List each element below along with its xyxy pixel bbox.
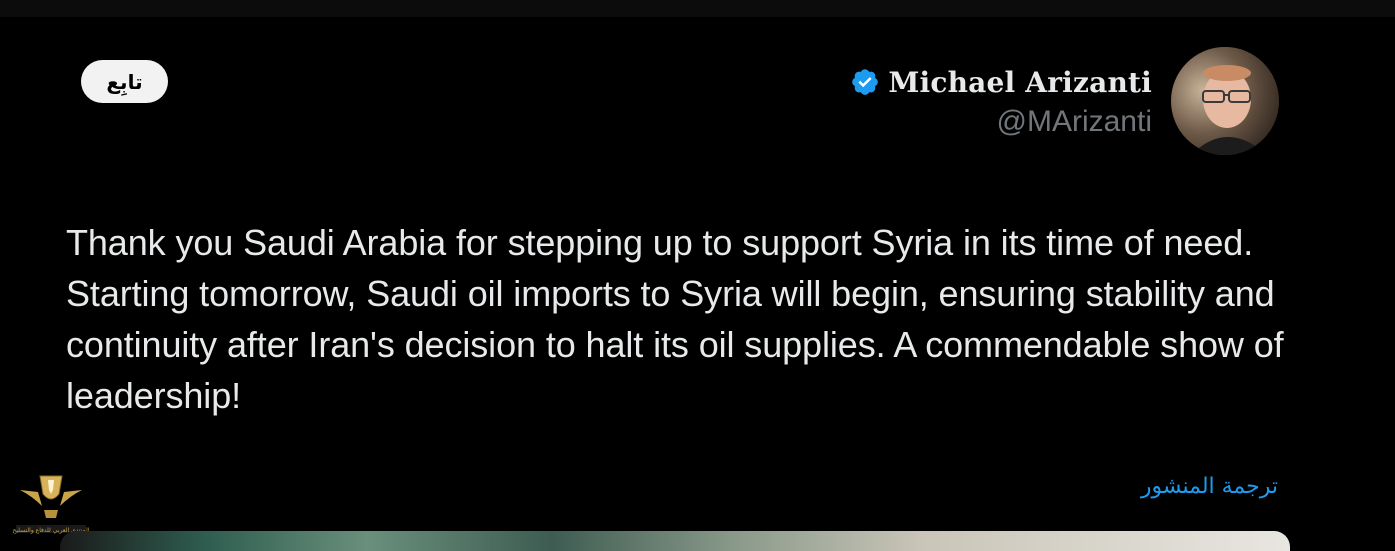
media-preview[interactable]: [60, 531, 1290, 551]
watermark-logo: المنتدى العربي للدفاع والتسليح: [10, 468, 92, 538]
follow-button[interactable]: تابِع: [81, 60, 168, 103]
author-name-row: Michael Arizanti: [850, 62, 1152, 102]
top-strip: [0, 0, 1395, 17]
author-block[interactable]: Michael Arizanti @MArizanti: [850, 62, 1152, 139]
author-name[interactable]: Michael Arizanti: [888, 66, 1152, 99]
avatar[interactable]: [1171, 47, 1279, 155]
tweet-text: Thank you Saudi Arabia for stepping up t…: [66, 222, 1284, 416]
verified-badge-icon: [852, 69, 879, 95]
translate-post-link[interactable]: ترجمة المنشور: [1141, 474, 1278, 499]
author-handle[interactable]: @MArizanti: [850, 105, 1152, 139]
avatar-image: [1171, 47, 1279, 155]
